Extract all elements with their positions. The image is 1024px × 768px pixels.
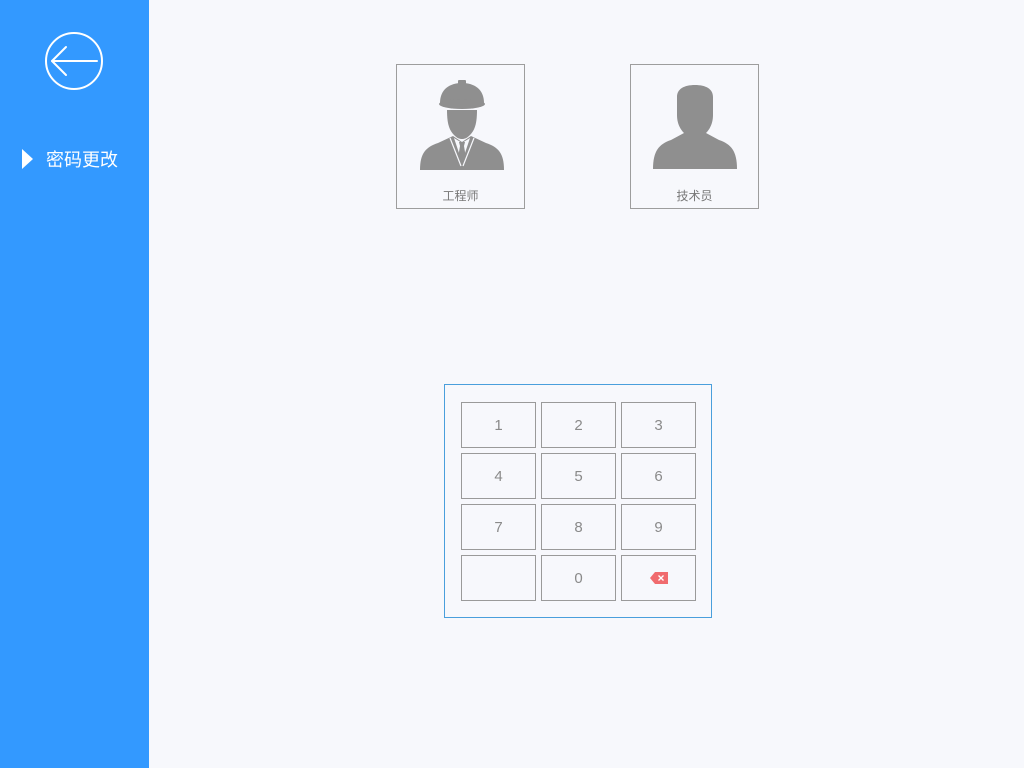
key-9[interactable]: 9: [621, 504, 696, 550]
key-6[interactable]: 6: [621, 453, 696, 499]
sidebar: 密码更改: [0, 0, 149, 768]
key-2[interactable]: 2: [541, 402, 616, 448]
sidebar-item-label: 密码更改: [46, 150, 118, 170]
key-blank[interactable]: [461, 555, 536, 601]
user-card-technician[interactable]: 技术员: [630, 64, 759, 209]
back-button[interactable]: [44, 31, 104, 91]
technician-avatar-icon: [653, 84, 737, 170]
back-arrow-icon: [45, 32, 103, 90]
sidebar-item-password-change[interactable]: 密码更改: [0, 140, 149, 180]
key-8[interactable]: 8: [541, 504, 616, 550]
backspace-icon: [649, 572, 668, 584]
key-5[interactable]: 5: [541, 453, 616, 499]
key-1[interactable]: 1: [461, 402, 536, 448]
keypad-grid: 1 2 3 4 5 6 7 8 9 0: [461, 402, 696, 601]
user-card-engineer[interactable]: 工程师: [396, 64, 525, 209]
user-card-label: 工程师: [442, 189, 479, 203]
engineer-avatar-icon: [420, 80, 504, 172]
key-3[interactable]: 3: [621, 402, 696, 448]
key-7[interactable]: 7: [461, 504, 536, 550]
backspace-button[interactable]: [621, 555, 696, 601]
caret-right-icon: [22, 149, 34, 169]
key-0[interactable]: 0: [541, 555, 616, 601]
numeric-keypad: 1 2 3 4 5 6 7 8 9 0: [444, 384, 712, 618]
user-card-label: 技术员: [676, 189, 713, 203]
key-4[interactable]: 4: [461, 453, 536, 499]
